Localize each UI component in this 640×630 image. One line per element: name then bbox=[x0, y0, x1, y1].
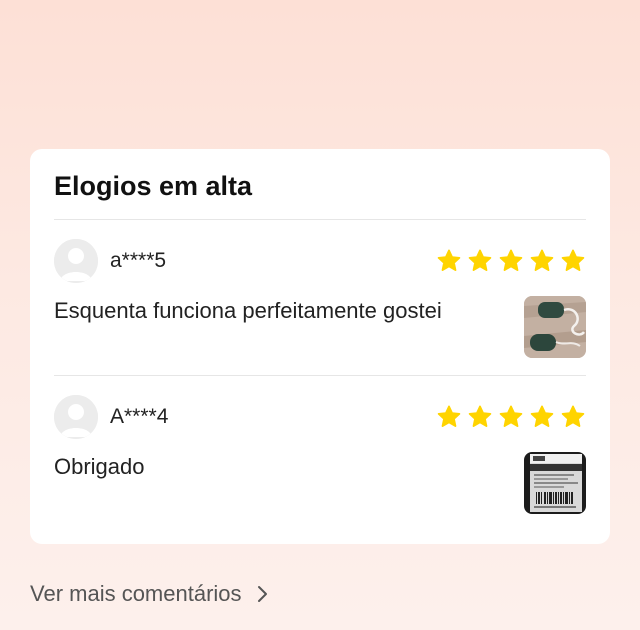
star-rating bbox=[436, 248, 586, 274]
product-label-image bbox=[524, 452, 586, 514]
star-icon bbox=[468, 249, 492, 271]
star-rating bbox=[436, 404, 586, 430]
star-icon bbox=[561, 249, 585, 271]
see-more-comments-link[interactable]: Ver mais comentários bbox=[30, 580, 270, 608]
star-icon bbox=[499, 405, 523, 427]
review-item: A****4 Obrigado bbox=[54, 376, 586, 531]
star-icon bbox=[499, 249, 523, 271]
section-title: Elogios em alta bbox=[54, 171, 253, 201]
review-text: Obrigado bbox=[54, 454, 145, 479]
review-photo-thumbnail[interactable] bbox=[524, 452, 586, 514]
avatar bbox=[54, 239, 98, 283]
product-photo-image bbox=[524, 296, 586, 358]
user-placeholder-icon bbox=[54, 395, 98, 439]
review-photo-thumbnail[interactable] bbox=[524, 296, 586, 358]
review-item: a****5 Esquenta funciona perfeitamente g… bbox=[54, 220, 586, 375]
review-text: Esquenta funciona perfeitamente gostei bbox=[54, 298, 442, 323]
user-placeholder-icon bbox=[54, 239, 98, 283]
see-more-label: Ver mais comentários bbox=[30, 581, 242, 606]
star-icon bbox=[468, 405, 492, 427]
reviewer-name: a****5 bbox=[110, 249, 167, 272]
star-icon bbox=[437, 405, 461, 427]
star-icon bbox=[530, 249, 554, 271]
chevron-right-icon bbox=[257, 586, 267, 602]
review-header: a****5 bbox=[54, 239, 586, 283]
star-icon bbox=[530, 405, 554, 427]
top-reviews-card: Elogios em alta a****5 Esquenta funciona… bbox=[30, 149, 610, 544]
reviewer-name: A****4 bbox=[110, 405, 169, 428]
avatar bbox=[54, 395, 98, 439]
star-icon bbox=[561, 405, 585, 427]
review-header: A****4 bbox=[54, 395, 586, 439]
star-icon bbox=[437, 249, 461, 271]
